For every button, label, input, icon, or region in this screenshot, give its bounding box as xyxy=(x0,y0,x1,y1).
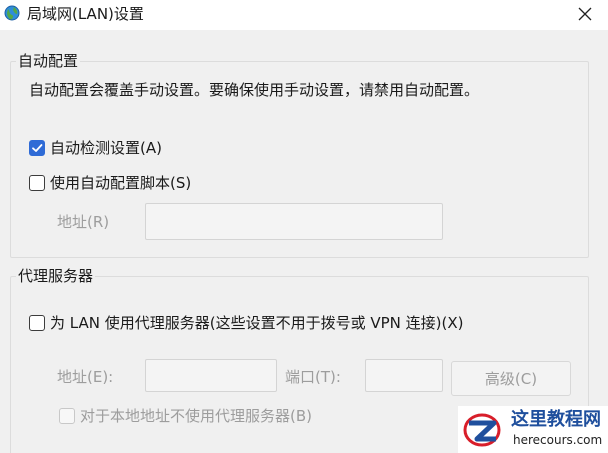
close-button[interactable] xyxy=(568,0,602,28)
proxy-port-input[interactable] xyxy=(365,359,443,392)
watermark-title: 这里教程网 xyxy=(511,409,601,430)
site-logo-icon xyxy=(463,413,501,447)
proxy-address-input[interactable] xyxy=(145,359,277,392)
title-bar: 局域网(LAN)设置 xyxy=(0,0,608,30)
auto-detect-label[interactable]: 自动检测设置(A) xyxy=(50,139,162,157)
script-address-label: 地址(R) xyxy=(57,213,110,231)
proxy-address-label: 地址(E): xyxy=(57,368,114,386)
auto-config-title: 自动配置 xyxy=(16,52,81,70)
window-title: 局域网(LAN)设置 xyxy=(27,5,144,23)
close-icon xyxy=(578,7,592,21)
lan-settings-dialog: 局域网(LAN)设置 自动配置 自动配置会覆盖手动设置。要确保使用手动设置，请禁… xyxy=(0,0,608,453)
globe-network-icon xyxy=(4,5,20,21)
auto-script-checkbox[interactable] xyxy=(29,175,45,191)
auto-config-description: 自动配置会覆盖手动设置。要确保使用手动设置，请禁用自动配置。 xyxy=(29,81,480,99)
use-proxy-checkbox[interactable] xyxy=(29,315,45,331)
checkmark-icon xyxy=(32,144,43,152)
site-watermark: 这里教程网 herecours.com xyxy=(458,406,608,453)
proxy-server-title: 代理服务器 xyxy=(16,267,96,285)
auto-script-label[interactable]: 使用自动配置脚本(S) xyxy=(50,174,191,192)
use-proxy-label[interactable]: 为 LAN 使用代理服务器(这些设置不用于拨号或 VPN 连接)(X) xyxy=(50,314,463,332)
watermark-url: herecours.com xyxy=(513,433,603,447)
bypass-local-label[interactable]: 对于本地地址不使用代理服务器(B) xyxy=(80,407,312,425)
bypass-local-checkbox[interactable] xyxy=(59,408,75,424)
advanced-button[interactable]: 高级(C) xyxy=(451,361,571,396)
auto-detect-checkbox[interactable] xyxy=(29,140,45,156)
script-address-input[interactable] xyxy=(145,203,443,240)
proxy-port-label: 端口(T): xyxy=(285,368,341,386)
